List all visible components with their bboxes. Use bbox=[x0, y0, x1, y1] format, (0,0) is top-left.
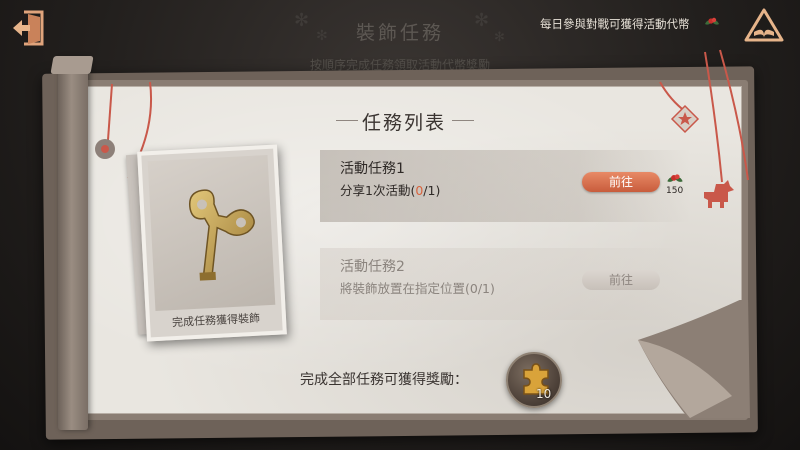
task-reward-count: 150 bbox=[666, 186, 684, 196]
holly-token-icon bbox=[705, 17, 719, 25]
task-desc-total: /1) bbox=[423, 183, 441, 198]
scroll-rod bbox=[58, 58, 88, 430]
task-row-2: 活動任務2 將裝飾放置在指定位置(0/1) 前往 bbox=[320, 248, 690, 320]
exit-door-icon bbox=[13, 10, 44, 46]
screen: ✻ ✻ ✻ ✻ 裝飾任務 按順序完成任務領取活動代幣獎勵 每日參與對戰可獲得活動… bbox=[0, 0, 800, 450]
book-button[interactable] bbox=[742, 6, 786, 48]
task-list-title: 任務列表 bbox=[361, 112, 446, 134]
complete-reward-label: 完成全部任務可獲得獎勵： bbox=[300, 372, 468, 388]
flower-ornament bbox=[95, 139, 115, 159]
scroll-rod-cap bbox=[50, 56, 94, 74]
horse-ornament bbox=[704, 180, 734, 208]
decoration-card: 完成任務獲得裝飾 bbox=[137, 144, 287, 342]
book-icon bbox=[744, 8, 784, 42]
task-description: 分享1次活動(0/1) bbox=[340, 180, 440, 199]
reward-count: 10 bbox=[536, 387, 552, 401]
wind-up-key-icon bbox=[188, 189, 255, 281]
task-name: 活動任務2 bbox=[340, 259, 405, 275]
star-ornament bbox=[670, 104, 700, 134]
card-caption: 完成任務獲得裝飾 bbox=[171, 311, 261, 330]
task-name: 活動任務1 bbox=[340, 161, 405, 177]
task-1-go-button[interactable]: 前往 bbox=[582, 172, 660, 192]
reward-token[interactable] bbox=[506, 352, 562, 408]
task-2-go-button[interactable]: 前往 bbox=[582, 270, 660, 290]
title-divider bbox=[452, 120, 474, 121]
task-description: 將裝飾放置在指定位置(0/1) bbox=[340, 281, 495, 296]
task-desc-text: 分享1次活動( bbox=[340, 183, 416, 198]
back-button[interactable] bbox=[10, 8, 48, 48]
card-image-area bbox=[147, 154, 276, 312]
task-row-1: 活動任務1 分享1次活動(0/1) 前往 150 bbox=[320, 150, 690, 222]
daily-hint: 每日參與對戰可獲得活動代幣 bbox=[540, 17, 690, 31]
